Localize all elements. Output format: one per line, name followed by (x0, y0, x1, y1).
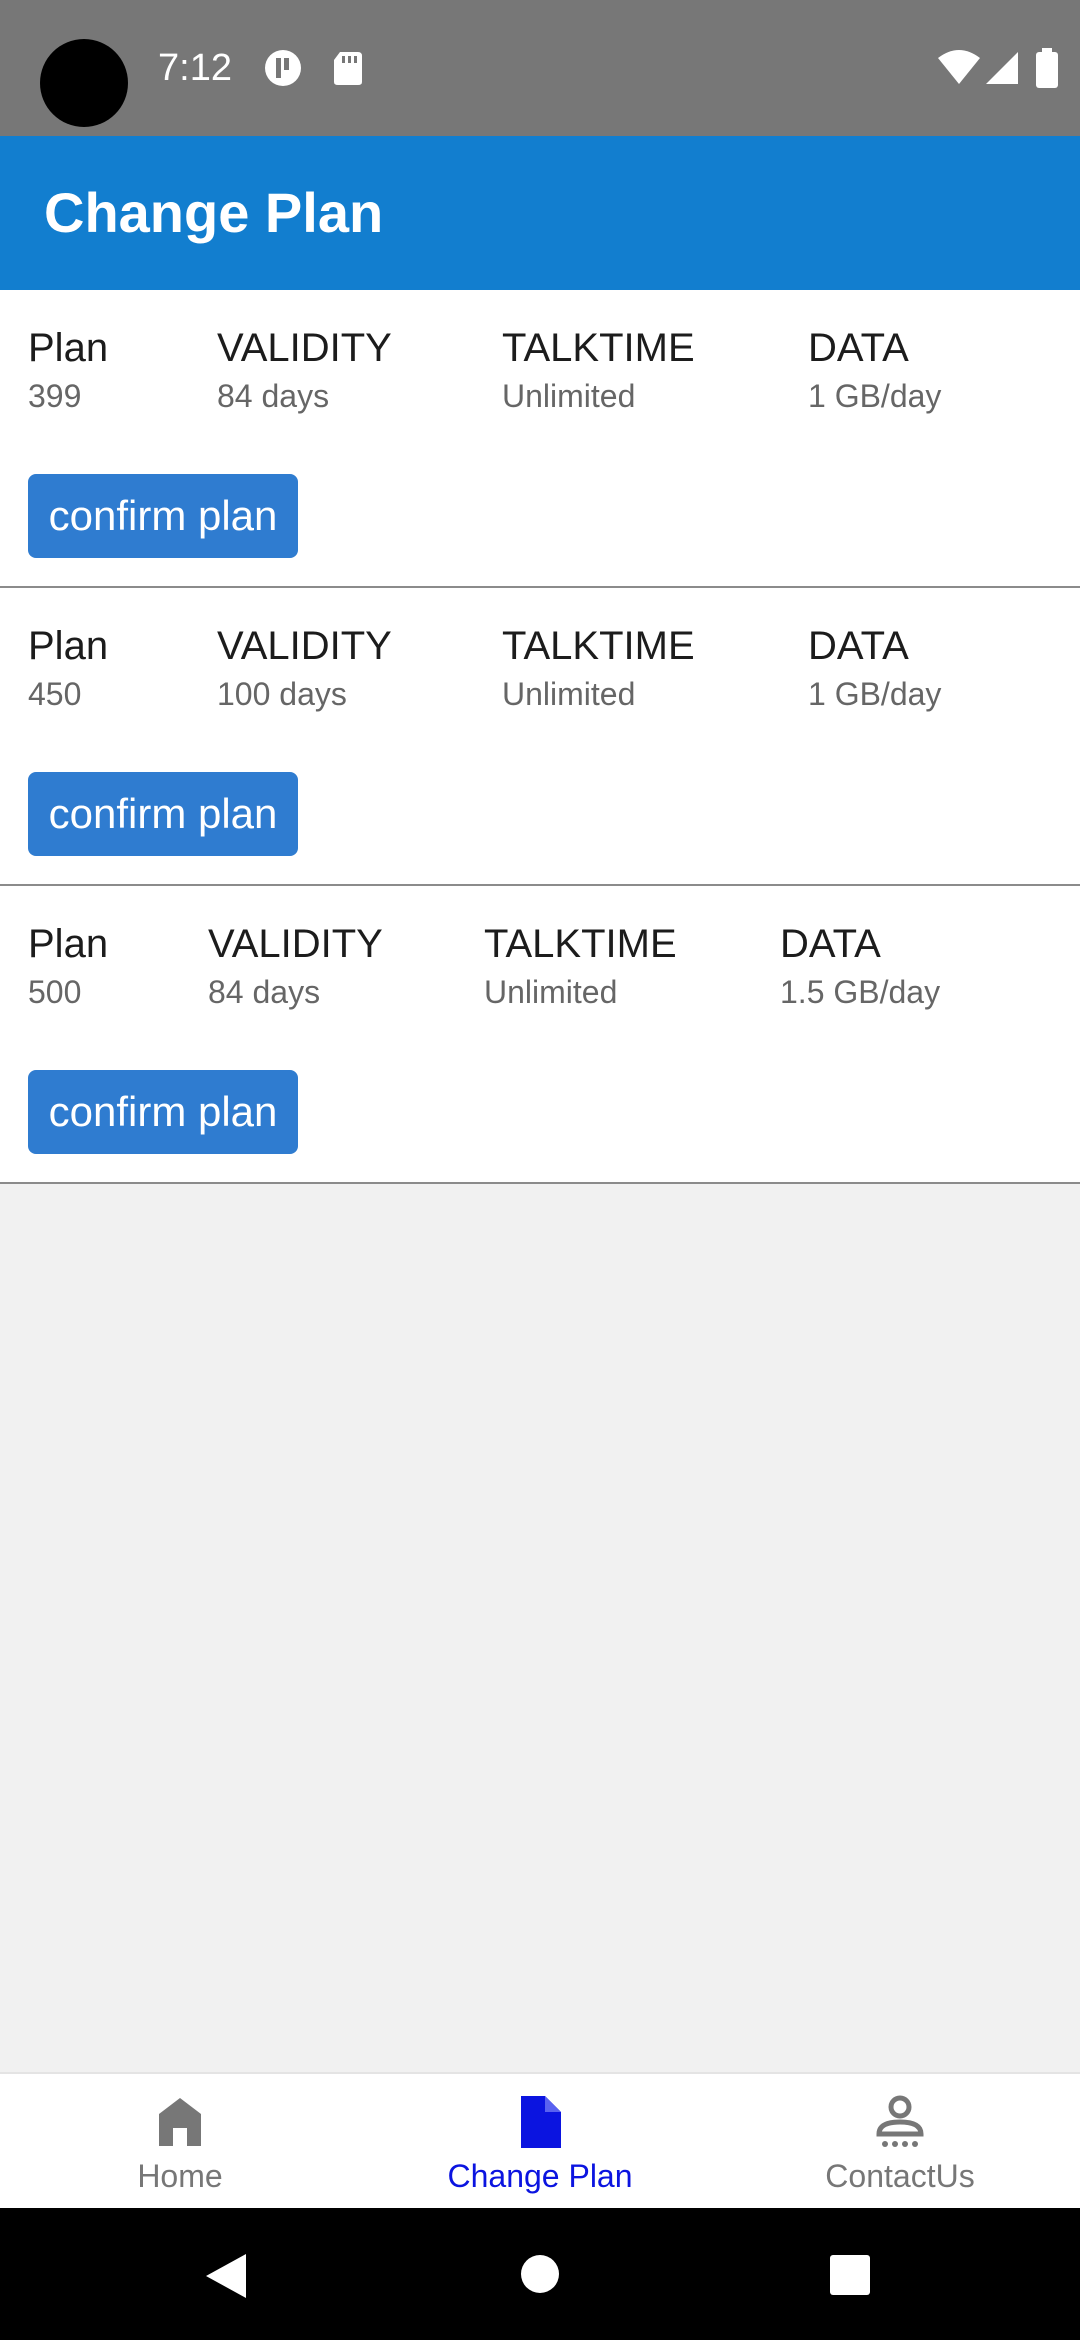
plan-card: Plan 399 VALIDITY 84 days TALKTIME Unlim… (0, 290, 1080, 588)
bottom-navigation: Home Change Plan ContactUs (0, 2072, 1080, 2208)
plan-label: Plan (28, 326, 109, 370)
plan-card: Plan 500 VALIDITY 84 days TALKTIME Unlim… (0, 886, 1080, 1184)
plan-price: 450 (28, 676, 82, 712)
camera-cutout (40, 39, 128, 127)
plan-card: Plan 450 VALIDITY 100 days TALKTIME Unli… (0, 588, 1080, 886)
talktime-column: TALKTIME Unlimited (484, 920, 677, 1012)
validity-column: VALIDITY 100 days (217, 622, 392, 714)
status-time: 7:12 (158, 47, 232, 89)
data-column: DATA 1 GB/day (808, 622, 941, 714)
data-label: DATA (780, 922, 881, 966)
validity-value: 84 days (208, 974, 321, 1010)
talktime-label: TALKTIME (484, 922, 677, 966)
page-title: Change Plan (44, 181, 384, 244)
talktime-column: TALKTIME Unlimited (502, 324, 695, 416)
contact-icon (876, 2095, 924, 2147)
system-navigation-bar (0, 2208, 1080, 2340)
app-bar: Change Plan (0, 136, 1080, 290)
talktime-value: Unlimited (484, 974, 618, 1010)
signal-icon (986, 52, 1018, 84)
plan-label: Plan (28, 922, 109, 966)
data-label: DATA (808, 624, 909, 668)
data-value: 1 GB/day (808, 378, 942, 414)
confirm-plan-button[interactable]: confirm plan (28, 1070, 298, 1154)
plan-column: Plan 500 (28, 920, 108, 1012)
battery-icon (1036, 48, 1058, 88)
talktime-value: Unlimited (502, 676, 636, 712)
talktime-column: TALKTIME Unlimited (502, 622, 695, 714)
data-value: 1.5 GB/day (780, 974, 941, 1010)
plan-price: 500 (28, 974, 82, 1010)
data-column: DATA 1 GB/day (808, 324, 941, 416)
plan-label: Plan (28, 624, 109, 668)
confirm-plan-button[interactable]: confirm plan (28, 474, 298, 558)
validity-label: VALIDITY (217, 326, 392, 370)
plan-price: 399 (28, 378, 82, 414)
data-column: DATA 1.5 GB/day (780, 920, 940, 1012)
nav-item-change-plan[interactable]: Change Plan (360, 2074, 720, 2210)
validity-label: VALIDITY (217, 624, 392, 668)
recents-icon[interactable] (830, 2255, 870, 2295)
plan-column: Plan 450 (28, 622, 108, 714)
wifi-icon (938, 50, 980, 84)
sd-card-icon (334, 52, 362, 85)
nav-label-home: Home (137, 2158, 223, 2194)
media-icon (265, 50, 301, 86)
plan-column: Plan 399 (28, 324, 108, 416)
home-circle-icon[interactable] (520, 2254, 560, 2294)
nav-item-home[interactable]: Home (0, 2074, 360, 2210)
validity-value: 84 days (217, 378, 330, 414)
validity-label: VALIDITY (208, 922, 383, 966)
confirm-plan-button[interactable]: confirm plan (28, 772, 298, 856)
nav-label-change-plan: Change Plan (447, 2158, 633, 2194)
home-icon (159, 2098, 201, 2146)
talktime-label: TALKTIME (502, 326, 695, 370)
data-label: DATA (808, 326, 909, 370)
validity-column: VALIDITY 84 days (217, 324, 392, 416)
status-bar: 7:12 (0, 0, 1080, 136)
back-icon[interactable] (204, 2252, 248, 2300)
nav-label-contact-us: ContactUs (825, 2158, 975, 2194)
document-icon (521, 2096, 561, 2148)
talktime-value: Unlimited (502, 378, 636, 414)
validity-value: 100 days (217, 676, 347, 712)
data-value: 1 GB/day (808, 676, 942, 712)
nav-item-contact-us[interactable]: ContactUs (720, 2074, 1080, 2210)
talktime-label: TALKTIME (502, 624, 695, 668)
plan-list: Plan 399 VALIDITY 84 days TALKTIME Unlim… (0, 290, 1080, 1184)
validity-column: VALIDITY 84 days (208, 920, 383, 1012)
